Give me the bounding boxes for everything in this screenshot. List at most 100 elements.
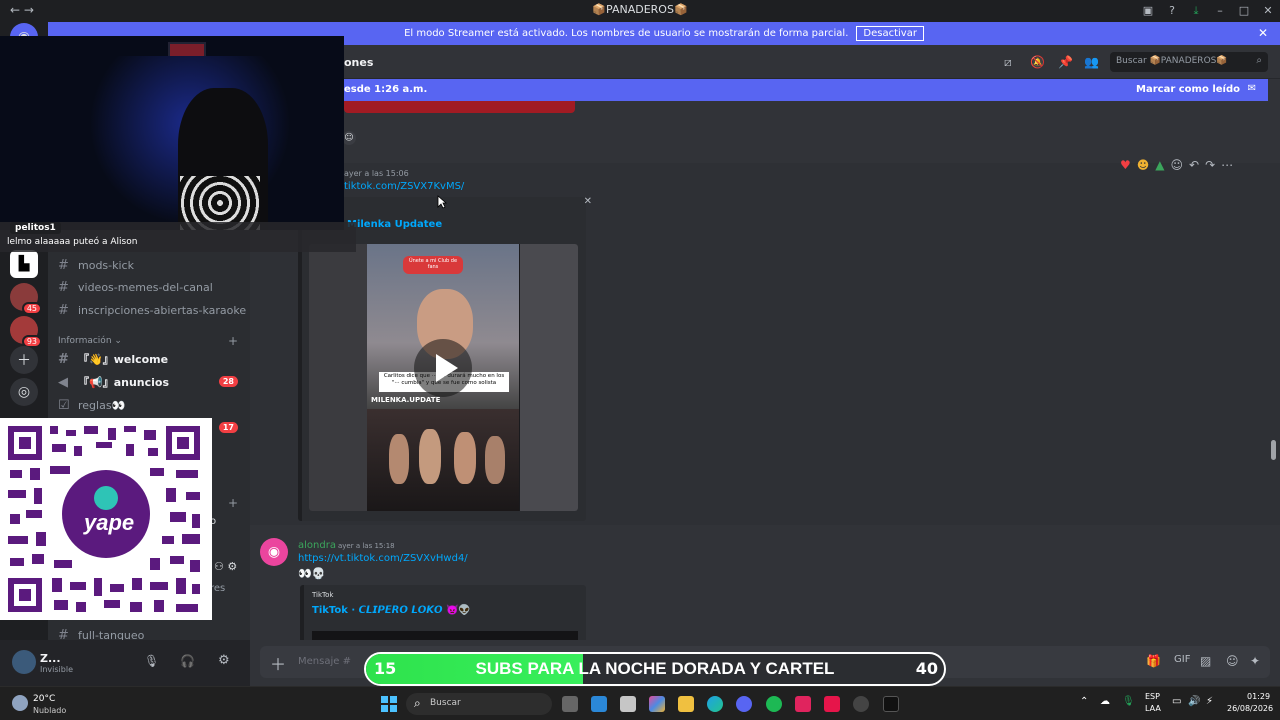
stream-chat-overlay: pelitos1 lelmo alaaaaa puteó a Alison xyxy=(0,222,356,252)
mark-read-icon: ✉ xyxy=(1247,83,1256,94)
thumbnail-blur-left xyxy=(309,244,367,511)
app-icon[interactable] xyxy=(795,696,811,712)
copilot-icon[interactable] xyxy=(649,696,665,712)
volume-icon[interactable]: 🔊 xyxy=(1188,696,1200,707)
sticker-reaction-icon[interactable]: ▲ xyxy=(1155,158,1164,172)
channel-label: mods-kick xyxy=(78,258,134,272)
tiktok-icon[interactable] xyxy=(883,696,899,712)
disable-streamer-button[interactable]: Desactivar xyxy=(856,26,924,41)
sticker-icon[interactable]: ▨ xyxy=(1200,654,1211,668)
file-explorer-icon[interactable] xyxy=(678,696,694,712)
apps-icon[interactable]: ✦ xyxy=(1250,654,1260,668)
hash-icon: # xyxy=(58,302,69,318)
add-channel-icon[interactable]: + xyxy=(228,334,238,348)
threads-icon[interactable]: ⧄ xyxy=(1004,55,1012,70)
gift-icon[interactable]: 🎁 xyxy=(1146,654,1161,668)
maximize-button[interactable]: □ xyxy=(1232,0,1256,21)
obs-icon[interactable] xyxy=(853,696,869,712)
help-icon[interactable]: ? xyxy=(1160,0,1184,21)
keyboard-layout[interactable]: LAA xyxy=(1145,704,1161,713)
forward-icon[interactable]: ↷ xyxy=(1205,158,1215,172)
add-server-icon[interactable]: ＋ xyxy=(10,346,38,374)
yape-qr-code: yape xyxy=(0,418,212,620)
close-button[interactable]: ✕ xyxy=(1256,0,1280,21)
voice-settings-icons[interactable]: ⚇ ⚙ xyxy=(214,560,237,573)
member-list-icon[interactable]: 👥 xyxy=(1084,55,1099,69)
message-link[interactable]: tiktok.com/ZSVX7KvMS/ xyxy=(344,181,464,192)
taskbar-search[interactable]: ⌕ Buscar xyxy=(406,693,552,715)
play-button[interactable] xyxy=(414,339,472,397)
username: Z... xyxy=(40,652,61,665)
subs-goal-bar: 15 SUBS PARA LA NOCHE DORADA Y CARTEL 40 xyxy=(364,652,946,686)
remove-embed-icon[interactable]: ✕ xyxy=(584,196,592,207)
channel-mods-kick[interactable]: # mods-kick xyxy=(58,255,134,275)
battery-icon[interactable]: ⚡ xyxy=(1206,696,1213,707)
settings-icon[interactable]: ⚙ xyxy=(218,653,230,668)
attach-icon[interactable]: ＋ xyxy=(270,651,286,675)
close-icon[interactable]: ✕ xyxy=(1258,26,1268,40)
rules-icon: ☑ xyxy=(58,397,70,413)
add-channel-icon[interactable]: + xyxy=(228,496,238,510)
channel-welcome[interactable]: # 『👋』welcome xyxy=(58,349,168,369)
minimize-button[interactable]: – xyxy=(1208,0,1232,21)
avatar[interactable]: ◉ xyxy=(260,538,288,566)
notifications-icon[interactable]: 🔕 xyxy=(1030,55,1045,69)
download-icon[interactable]: ⤓ xyxy=(1184,0,1208,21)
message-author[interactable]: alondra xyxy=(298,540,336,551)
server-avatar-1[interactable]: 45 xyxy=(10,283,42,315)
tray-chevron-icon[interactable]: ⌃ xyxy=(1080,696,1088,707)
channel-inscripciones[interactable]: # inscripciones-abiertas-karaoke xyxy=(58,300,246,320)
category-label: Información xyxy=(58,336,112,346)
channel-label: reglas👀 xyxy=(78,398,126,412)
clock-date[interactable]: 26/08/2026 xyxy=(1227,704,1273,713)
headphones-icon[interactable]: 🎧 xyxy=(180,654,195,668)
unread-badge: 17 xyxy=(218,422,238,433)
scrollbar-thumb[interactable] xyxy=(1271,440,1276,460)
start-icon[interactable] xyxy=(381,696,397,712)
avatar[interactable] xyxy=(12,650,36,674)
inbox-icon[interactable]: ▣ xyxy=(1136,0,1160,21)
onedrive-icon[interactable]: ☁ xyxy=(1100,696,1110,707)
search-icon: ⌕ xyxy=(1256,55,1262,66)
category-informacion[interactable]: Información ⌄ xyxy=(58,336,122,346)
language-code[interactable]: ESP xyxy=(1145,692,1160,701)
emoji-icon[interactable]: ☺ xyxy=(1226,654,1239,668)
mark-read-button[interactable]: Marcar como leído xyxy=(1136,84,1240,95)
spotify-icon[interactable] xyxy=(766,696,782,712)
search-input[interactable]: Buscar 📦PANADEROS📦 ⌕ xyxy=(1110,52,1268,72)
user-panel: Z... Invisible 🎙 🎧 ⚙ xyxy=(0,640,250,686)
discord-icon[interactable] xyxy=(736,696,752,712)
calculator-icon[interactable] xyxy=(620,696,636,712)
mouse-cursor-icon xyxy=(437,195,447,209)
task-view-icon[interactable] xyxy=(562,696,578,712)
reply-icon[interactable]: ↶ xyxy=(1189,158,1199,172)
windows-taskbar: 20°C Nublado ⌕ Buscar ⌃ ☁ 🎙 ESP LAA ▭ 🔊 … xyxy=(0,686,1280,720)
network-icon[interactable]: ▭ xyxy=(1172,696,1181,707)
channel-reglas[interactable]: ☑ reglas👀 xyxy=(58,395,125,415)
reaction-add-icon[interactable]: ☺ xyxy=(342,131,356,145)
new-messages-bar[interactable]: esde 1:26 a.m. Marcar como leído ✉ xyxy=(340,79,1268,101)
more-icon[interactable]: ⋯ xyxy=(1221,158,1233,172)
microphone-icon[interactable]: 🎙 xyxy=(144,654,159,668)
embed-title[interactable]: TikTok · 𝘾𝙇𝙄𝙋𝙀𝙍𝙊 𝙇𝙊𝙆𝙊 👿👽 xyxy=(312,605,471,616)
weather-icon[interactable] xyxy=(12,695,28,711)
message-link[interactable]: https://vt.tiktok.com/ZSVXvHwd4/ xyxy=(298,553,468,564)
edge-icon[interactable] xyxy=(707,696,723,712)
server-avatar-2[interactable]: 93 xyxy=(10,316,42,348)
nav-arrows[interactable]: ← → xyxy=(10,3,34,17)
embed-video-thumbnail[interactable]: Únete a mi Club de fans Carlitos dice qu… xyxy=(309,244,578,511)
tray-mic-icon[interactable]: 🎙 xyxy=(1122,696,1135,707)
clock-time[interactable]: 01:29 xyxy=(1247,692,1270,701)
channel-anuncios[interactable]: ◀ 『📢』anuncios xyxy=(58,372,238,392)
notepad-icon[interactable] xyxy=(591,696,607,712)
embed-title[interactable]: Milenka Updatee xyxy=(347,219,442,230)
pin-icon[interactable]: 📌 xyxy=(1058,55,1073,69)
discover-icon[interactable]: ◎ xyxy=(10,378,38,406)
gif-icon[interactable]: GIF xyxy=(1174,654,1190,665)
add-reaction-icon[interactable]: ☺ xyxy=(1171,158,1184,172)
channel-videos-memes[interactable]: # videos-memes-del-canal xyxy=(58,277,213,297)
server-kick-icon[interactable]: ▙ xyxy=(10,250,38,278)
tiktok-live-icon[interactable] xyxy=(824,696,840,712)
heart-reaction-icon[interactable]: ♥ xyxy=(1120,158,1131,172)
laugh-reaction-icon[interactable]: ☻ xyxy=(1137,158,1150,172)
